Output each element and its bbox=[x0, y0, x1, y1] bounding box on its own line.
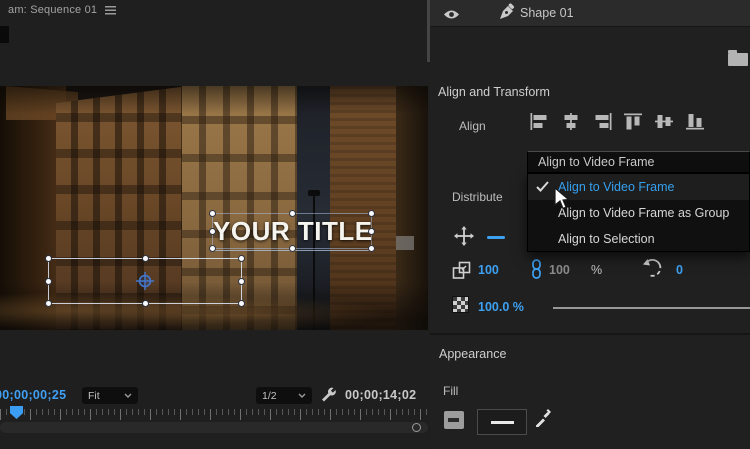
fill-checkbox[interactable] bbox=[444, 411, 464, 429]
selection-handle[interactable] bbox=[209, 227, 216, 235]
menu-item-label: Align to Video Frame bbox=[558, 180, 675, 194]
fill-color-swatch[interactable] bbox=[477, 409, 527, 435]
chevron-down-icon bbox=[298, 393, 306, 398]
scale-value[interactable]: 100 bbox=[478, 263, 499, 277]
selection-handle[interactable] bbox=[238, 300, 245, 307]
selection-handle[interactable] bbox=[45, 255, 52, 262]
align-label: Align bbox=[459, 119, 486, 133]
video-scene-top-shade bbox=[0, 86, 428, 114]
menu-item-align-selection[interactable]: Align to Selection bbox=[528, 226, 749, 252]
zoom-level-value: Fit bbox=[88, 389, 100, 402]
selection-handle[interactable] bbox=[209, 245, 216, 252]
align-to-dropdown[interactable]: Align to Video Frame bbox=[527, 151, 750, 173]
align-bottom-icon[interactable] bbox=[685, 113, 705, 130]
timeline-ruler[interactable] bbox=[0, 406, 428, 421]
appearance-section-title: Appearance bbox=[439, 347, 507, 361]
mouse-cursor-icon bbox=[554, 186, 572, 216]
link-icon[interactable] bbox=[530, 259, 543, 284]
panel-edge-notch bbox=[0, 26, 9, 43]
eye-icon[interactable] bbox=[443, 7, 460, 25]
ruler-ticks-major bbox=[0, 409, 428, 420]
fill-label: Fill bbox=[443, 384, 459, 398]
folder-icon[interactable] bbox=[728, 50, 748, 66]
menu-item-label: Align to Selection bbox=[558, 232, 655, 246]
menu-item-label: Align to Video Frame as Group bbox=[558, 206, 730, 220]
position-value-truncated[interactable] bbox=[487, 236, 505, 239]
scale-unit: % bbox=[591, 263, 603, 277]
selection-handle[interactable] bbox=[238, 255, 245, 262]
chevron-down-icon bbox=[124, 393, 132, 398]
selection-handle[interactable] bbox=[238, 277, 245, 285]
align-buttons-row bbox=[530, 113, 705, 130]
video-scene-sign bbox=[396, 236, 414, 250]
zoom-level-select[interactable]: Fit bbox=[82, 387, 138, 404]
align-top-icon[interactable] bbox=[623, 113, 643, 130]
video-title-text[interactable]: YOUR TITLE bbox=[213, 216, 372, 247]
check-icon bbox=[536, 181, 549, 195]
opacity-icon[interactable] bbox=[452, 296, 469, 313]
program-panel-title: am: Sequence 01 bbox=[8, 4, 98, 16]
align-transform-section-title: Align and Transform bbox=[438, 85, 550, 99]
align-right-icon[interactable] bbox=[592, 113, 612, 130]
title-selection-box[interactable]: YOUR TITLE bbox=[209, 210, 375, 252]
program-panel-tab[interactable]: am: Sequence 01 bbox=[8, 4, 117, 16]
section-divider bbox=[430, 333, 750, 335]
program-monitor-video[interactable]: YOUR TITLE bbox=[0, 86, 428, 330]
selection-handle[interactable] bbox=[45, 300, 52, 307]
align-center-vertical-icon[interactable] bbox=[654, 113, 674, 130]
align-to-dropdown-value: Align to Video Frame bbox=[538, 155, 655, 169]
selection-handle[interactable] bbox=[45, 277, 52, 285]
selection-handle[interactable] bbox=[288, 245, 296, 252]
playback-resolution-value: 1/2 bbox=[262, 389, 277, 402]
scrollbar-end-handle[interactable] bbox=[412, 423, 421, 432]
timeline-scrollbar[interactable] bbox=[0, 422, 428, 433]
selection-handle[interactable] bbox=[368, 245, 375, 252]
pen-icon bbox=[496, 3, 516, 28]
align-center-horizontal-icon[interactable] bbox=[561, 113, 581, 130]
selection-handle[interactable] bbox=[209, 210, 216, 217]
playback-resolution-select[interactable]: 1/2 bbox=[256, 387, 312, 404]
selection-handle[interactable] bbox=[288, 210, 296, 217]
opacity-slider[interactable] bbox=[553, 307, 750, 309]
layer-name: Shape 01 bbox=[520, 6, 574, 20]
video-scene-lamp-head bbox=[308, 190, 320, 196]
rotation-icon[interactable] bbox=[641, 258, 663, 285]
shape-selection-box[interactable] bbox=[45, 255, 245, 307]
scale-icon[interactable] bbox=[452, 261, 471, 285]
eyedropper-icon[interactable] bbox=[534, 408, 552, 432]
anchor-point-icon[interactable] bbox=[135, 271, 155, 296]
selection-handle[interactable] bbox=[141, 300, 149, 307]
app-root: am: Sequence 01 YOUR TITLE 00;00;00;25 F… bbox=[0, 0, 750, 449]
panel-menu-icon[interactable] bbox=[105, 5, 117, 15]
align-left-icon[interactable] bbox=[530, 113, 550, 130]
selection-handle[interactable] bbox=[368, 210, 375, 217]
move-icon[interactable] bbox=[454, 226, 474, 251]
current-timecode[interactable]: 00;00;00;25 bbox=[0, 388, 66, 402]
opacity-value[interactable]: 100.0 % bbox=[478, 300, 524, 314]
layer-row-shape01[interactable]: Shape 01 bbox=[430, 0, 750, 27]
scale-linked-value[interactable]: 100 bbox=[549, 263, 570, 277]
duration-timecode: 00;00;14;02 bbox=[345, 388, 417, 402]
selection-handle[interactable] bbox=[368, 227, 375, 235]
rotation-value[interactable]: 0 bbox=[676, 263, 683, 277]
distribute-label: Distribute bbox=[452, 190, 503, 204]
selection-handle[interactable] bbox=[141, 255, 149, 262]
